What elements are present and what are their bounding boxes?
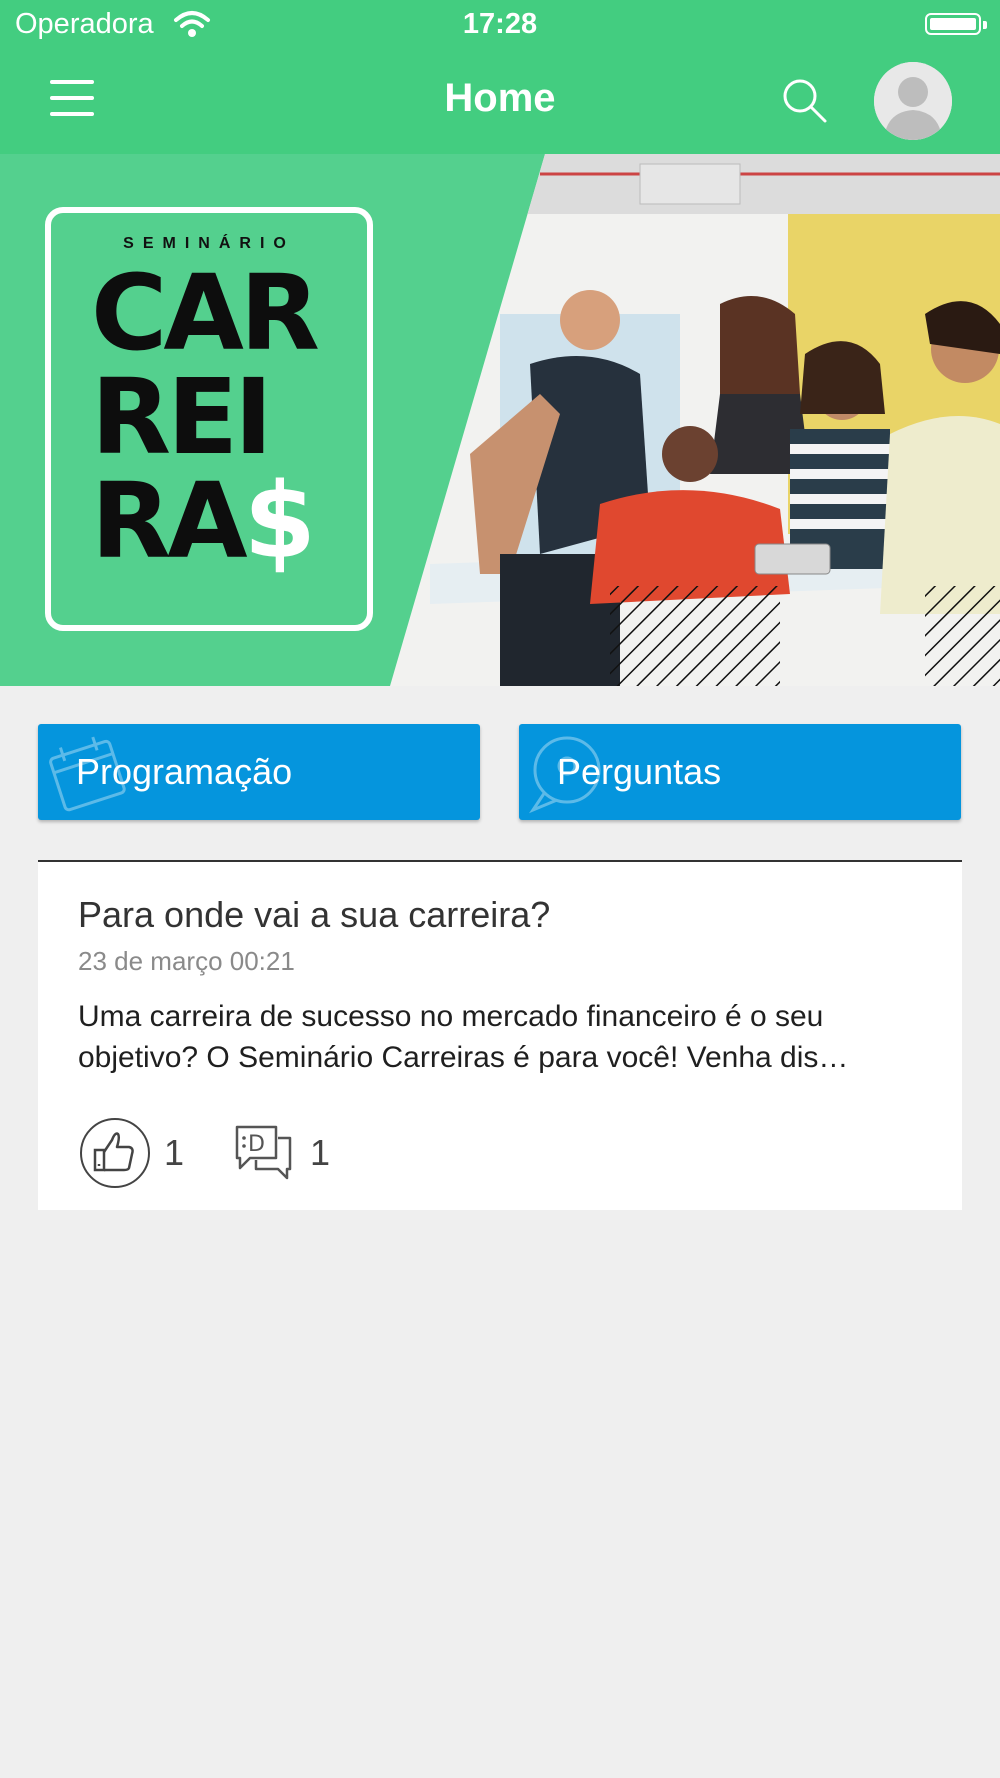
page-title: Home bbox=[444, 76, 556, 120]
battery-icon bbox=[925, 13, 987, 35]
logo-dollar: $ bbox=[243, 460, 316, 582]
logo-subtitle: SEMINÁRIO bbox=[123, 235, 295, 252]
logo-line-2: REI bbox=[91, 356, 273, 478]
post-date: 23 de março 00:21 bbox=[78, 946, 295, 976]
logo-title: CAR REI RA$ bbox=[91, 252, 320, 573]
programacao-label: Programação bbox=[76, 751, 293, 792]
post-card[interactable]: Para onde vai a sua carreira? 23 de març… bbox=[38, 860, 962, 1210]
search-icon[interactable] bbox=[780, 76, 830, 126]
top-navbar: Home bbox=[0, 50, 1000, 154]
logo-line-3: RA$ bbox=[91, 469, 316, 573]
avatar[interactable] bbox=[874, 62, 952, 140]
perguntas-button[interactable]: Perguntas bbox=[519, 724, 961, 820]
post-title[interactable]: Para onde vai a sua carreira? bbox=[78, 894, 550, 936]
like-button[interactable] bbox=[80, 1118, 150, 1188]
svg-text:D: D bbox=[248, 1132, 265, 1157]
logo-line-1: CAR bbox=[91, 252, 320, 374]
perguntas-label: Perguntas bbox=[557, 751, 722, 792]
programacao-button[interactable]: Programação bbox=[38, 724, 480, 820]
status-bar: Operadora 17:28 bbox=[0, 0, 1000, 50]
comment-icon[interactable]: D bbox=[234, 1124, 294, 1180]
logo-line-3-text: RA bbox=[91, 460, 248, 582]
clock: 17:28 bbox=[462, 8, 538, 40]
event-banner: SEMINÁRIO CAR REI RA$ bbox=[0, 154, 1000, 686]
like-count: 1 bbox=[164, 1132, 185, 1173]
thumbs-up-icon bbox=[93, 1132, 134, 1172]
event-logo: SEMINÁRIO CAR REI RA$ bbox=[45, 207, 373, 631]
comment-count: 1 bbox=[310, 1132, 331, 1173]
post-excerpt: Uma carreira de sucesso no mercado finan… bbox=[78, 1000, 849, 1074]
user-silhouette-icon bbox=[874, 62, 952, 140]
